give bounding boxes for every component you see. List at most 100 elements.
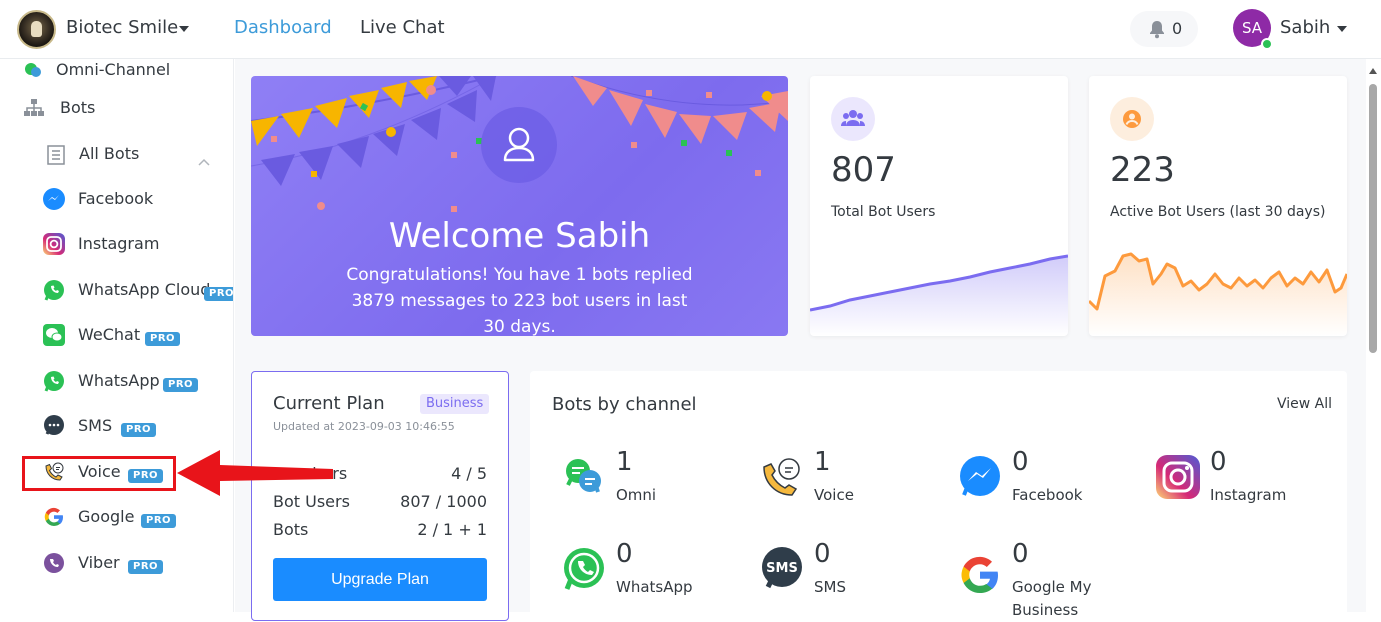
total-users-sparkline [810,254,1068,336]
channel-whatsapp[interactable]: 0 WhatsApp [562,539,742,609]
view-all-link[interactable]: View All [1277,396,1332,412]
users-icon [831,97,875,141]
sms-icon: SMS [762,547,802,589]
channel-label: Instagram [1210,486,1287,504]
sidebar-item-label: SMS [78,416,113,435]
google-icon [961,556,998,594]
chevron-down-icon[interactable] [179,26,189,32]
sidebar-item-label: Bots [60,98,96,117]
sidebar-item-omni-channel[interactable]: Omni-Channel [0,59,233,91]
user-circle-icon [1110,97,1154,141]
channel-label: WhatsApp [616,578,693,596]
brand-name[interactable]: Biotec Smile [66,17,178,38]
highlight-box [22,456,176,491]
user-name[interactable]: Sabih [1280,17,1330,38]
omni-icon [566,459,601,493]
whatsapp-icon [44,280,64,301]
channel-sms[interactable]: SMS 0 SMS [760,539,940,609]
instagram-icon [1156,455,1200,499]
notifications-button[interactable]: 0 [1130,11,1198,47]
bell-icon [1150,21,1164,39]
sidebar-item-bots[interactable]: Bots [0,89,233,129]
total-bot-users-card: 807 Total Bot Users [810,76,1068,336]
channel-voice[interactable]: 1 Voice [760,447,940,517]
sidebar: Omni-Channel Bots All Bots Facebook Inst… [0,59,234,612]
stat-label: Active Bot Users (last 30 days) [1110,204,1326,220]
pro-badge: PRO [145,332,181,346]
sidebar-item-whatsapp-cloud[interactable]: WhatsApp Cloud PRO [0,271,233,311]
stat-label: Total Bot Users [831,204,936,220]
stat-value: 807 [831,150,896,190]
online-status-dot [1261,38,1273,50]
welcome-message: Congratulations! You have 1 bots replied… [346,265,693,336]
sidebar-item-viber[interactable]: Viber PRO [0,544,233,584]
nav-dashboard[interactable]: Dashboard [234,17,332,38]
plan-title: Current Plan [273,393,385,414]
scrollbar-thumb[interactable] [1369,84,1377,353]
brand-logo[interactable] [17,10,56,49]
channel-count: 0 [814,539,831,569]
sidebar-item-all-bots[interactable]: All Bots [0,135,233,175]
plan-badge: Business [420,394,490,414]
pro-badge: PRO [163,378,199,392]
pro-badge: PRO [128,560,164,574]
google-icon [44,507,63,527]
list-icon [47,145,65,165]
messenger-icon [43,188,65,210]
sidebar-item-wechat[interactable]: WeChat PRO [0,316,233,356]
sitemap-icon [24,99,44,116]
channel-count: 0 [1012,447,1029,477]
sidebar-item-label: Viber [78,553,120,572]
sidebar-item-label: Facebook [78,189,154,208]
card-title: Bots by channel [552,394,697,415]
channel-instagram[interactable]: 0 Instagram [1156,447,1336,517]
sidebar-item-facebook[interactable]: Facebook [0,180,233,220]
wechat-icon [43,324,65,346]
channel-count: 1 [616,447,633,477]
channel-omni[interactable]: 1 Omni [562,447,742,517]
chevron-down-icon[interactable] [1337,26,1347,32]
notification-count: 0 [1172,19,1183,38]
channel-label: Voice [814,486,854,504]
welcome-card: Welcome Sabih Congratulations! You have … [251,76,788,336]
sidebar-item-label: Instagram [78,234,160,253]
user-icon [503,127,535,162]
whatsapp-icon [564,548,604,590]
channel-count: 0 [616,539,633,569]
viber-icon [44,553,64,573]
channel-count: 0 [1012,539,1029,569]
plan-row-value: 807 / 1000 [400,492,487,511]
sidebar-item-google[interactable]: Google PRO [0,498,233,538]
bots-by-channel-card: Bots by channel View All 1 Omni 1 Voice … [530,371,1347,621]
scroll-up-icon[interactable] [1368,67,1378,75]
sidebar-item-label: WhatsApp [78,371,160,390]
plan-row-label: Bots [273,520,309,539]
channel-label: SMS [814,578,846,596]
plan-row-bots: Bots 2 / 1 + 1 [273,520,487,539]
sidebar-item-instagram[interactable]: Instagram [0,225,233,265]
omni-channel-icon [25,63,41,77]
upgrade-plan-button[interactable]: Upgrade Plan [273,558,487,601]
channel-label: Facebook [1012,486,1083,504]
sms-icon [44,415,64,435]
plan-row-value: 4 / 5 [451,464,487,483]
channel-label: Google My Business [1012,578,1092,619]
pro-badge: PRO [141,514,177,528]
active-users-sparkline [1089,252,1347,336]
sidebar-item-sms[interactable]: SMS PRO [0,407,233,447]
voice-icon [763,458,800,496]
channel-count: 0 [1210,447,1227,477]
channel-google-my-business[interactable]: 0 Google My Business [958,539,1138,619]
welcome-title: Welcome Sabih [388,216,651,256]
svg-text:SMS: SMS [766,561,798,576]
channel-facebook[interactable]: 0 Facebook [958,447,1138,517]
sidebar-item-label: All Bots [79,144,140,163]
channel-count: 1 [814,447,831,477]
nav-live-chat[interactable]: Live Chat [360,17,445,38]
pro-badge: PRO [204,287,233,301]
plan-updated: Updated at 2023-09-03 10:46:55 [273,420,455,433]
channel-label: Omni [616,486,657,504]
sidebar-item-label: Omni-Channel [56,60,171,79]
sidebar-item-whatsapp[interactable]: WhatsApp PRO [0,362,233,402]
sidebar-item-label: Google [78,507,135,526]
